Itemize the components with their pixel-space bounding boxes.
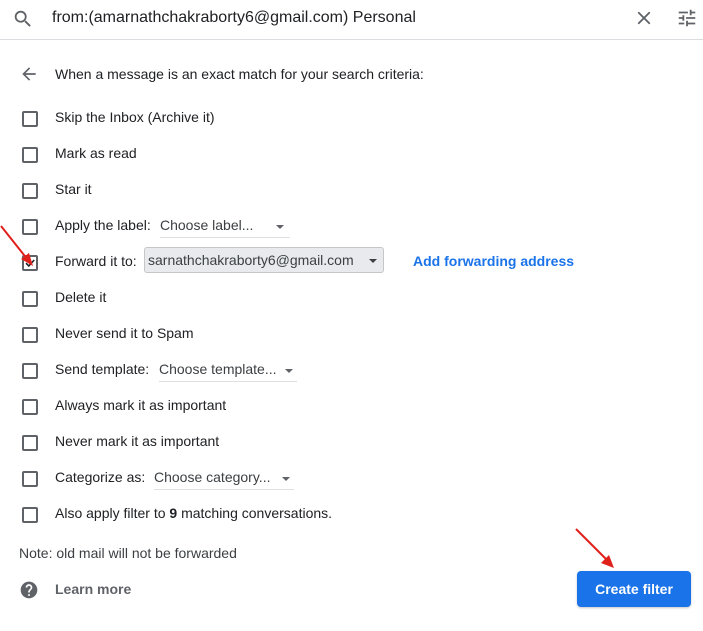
option-label: Forward it to: — [55, 253, 137, 269]
skip-inbox-checkbox[interactable] — [22, 111, 38, 127]
label-dropdown[interactable]: Choose label... — [160, 215, 290, 238]
annotation-arrow-create-filter — [575, 528, 614, 568]
template-dropdown-value: Choose template... — [159, 361, 277, 377]
check-icon — [25, 259, 35, 268]
send-template-checkbox[interactable] — [22, 363, 38, 379]
apply-existing-checkbox[interactable] — [22, 507, 38, 523]
create-filter-button[interactable]: Create filter — [577, 571, 691, 607]
chevron-down-icon — [282, 477, 290, 481]
option-categorize: Categorize as: Choose category... — [0, 464, 703, 492]
add-forwarding-address-link[interactable]: Add forwarding address — [413, 253, 574, 269]
search-query[interactable]: from:(amarnathchakraborty6@gmail.com) Pe… — [52, 9, 416, 27]
option-label: Star it — [55, 181, 92, 197]
close-icon[interactable] — [633, 7, 655, 29]
option-label: Delete it — [55, 289, 107, 305]
option-star: Star it — [0, 176, 703, 204]
label-dropdown-value: Choose label... — [160, 217, 254, 233]
option-mark-read: Mark as read — [0, 140, 703, 168]
always-important-checkbox[interactable] — [22, 399, 38, 415]
chevron-down-icon — [369, 259, 377, 263]
mark-read-checkbox[interactable] — [22, 147, 38, 163]
apply-label-checkbox[interactable] — [22, 219, 38, 235]
apply-existing-text-before: Also apply filter to — [55, 505, 170, 521]
option-never-spam: Never send it to Spam — [0, 320, 703, 348]
option-label: Also apply filter to 9 matching conversa… — [55, 505, 332, 521]
star-checkbox[interactable] — [22, 183, 38, 199]
option-label: Send template: — [55, 361, 150, 377]
option-label: Categorize as: — [55, 469, 146, 485]
forward-address-value: sarnathchakraborty6@gmail.com — [148, 252, 354, 268]
apply-existing-text-after: matching conversations. — [177, 505, 333, 521]
option-label: Skip the Inbox (Archive it) — [55, 109, 215, 125]
forward-note: Note: old mail will not be forwarded — [19, 545, 237, 561]
option-apply-existing: Also apply filter to 9 matching conversa… — [0, 500, 703, 528]
category-dropdown-value: Choose category... — [154, 469, 271, 485]
option-always-important: Always mark it as important — [0, 392, 703, 420]
search-options-icon[interactable] — [676, 7, 698, 29]
chevron-down-icon — [285, 369, 293, 373]
category-dropdown[interactable]: Choose category... — [154, 467, 294, 490]
option-forward: Forward it to: sarnathchakraborty6@gmail… — [0, 247, 703, 276]
option-send-template: Send template: Choose template... — [0, 356, 703, 384]
forward-checkbox[interactable] — [22, 255, 38, 271]
delete-checkbox[interactable] — [22, 291, 38, 307]
template-dropdown[interactable]: Choose template... — [159, 359, 297, 382]
help-icon[interactable] — [19, 580, 39, 600]
option-label: Never mark it as important — [55, 433, 220, 449]
option-label: Never send it to Spam — [55, 325, 194, 341]
never-important-checkbox[interactable] — [22, 435, 38, 451]
option-label: Apply the label: — [55, 217, 151, 233]
option-apply-label: Apply the label: Choose label... — [0, 212, 703, 240]
search-bar: from:(amarnathchakraborty6@gmail.com) Pe… — [0, 0, 703, 40]
option-skip-inbox: Skip the Inbox (Archive it) — [0, 104, 703, 132]
option-never-important: Never mark it as important — [0, 428, 703, 456]
categorize-checkbox[interactable] — [22, 471, 38, 487]
option-delete: Delete it — [0, 284, 703, 312]
never-spam-checkbox[interactable] — [22, 327, 38, 343]
learn-more-link[interactable]: Learn more — [55, 581, 131, 597]
search-icon[interactable] — [12, 8, 34, 30]
criteria-heading: When a message is an exact match for you… — [55, 66, 424, 82]
arrow-back-icon[interactable] — [19, 64, 39, 84]
chevron-down-icon — [276, 225, 284, 229]
option-label: Mark as read — [55, 145, 137, 161]
forward-address-select[interactable]: sarnathchakraborty6@gmail.com — [144, 247, 384, 273]
option-label: Always mark it as important — [55, 397, 227, 413]
